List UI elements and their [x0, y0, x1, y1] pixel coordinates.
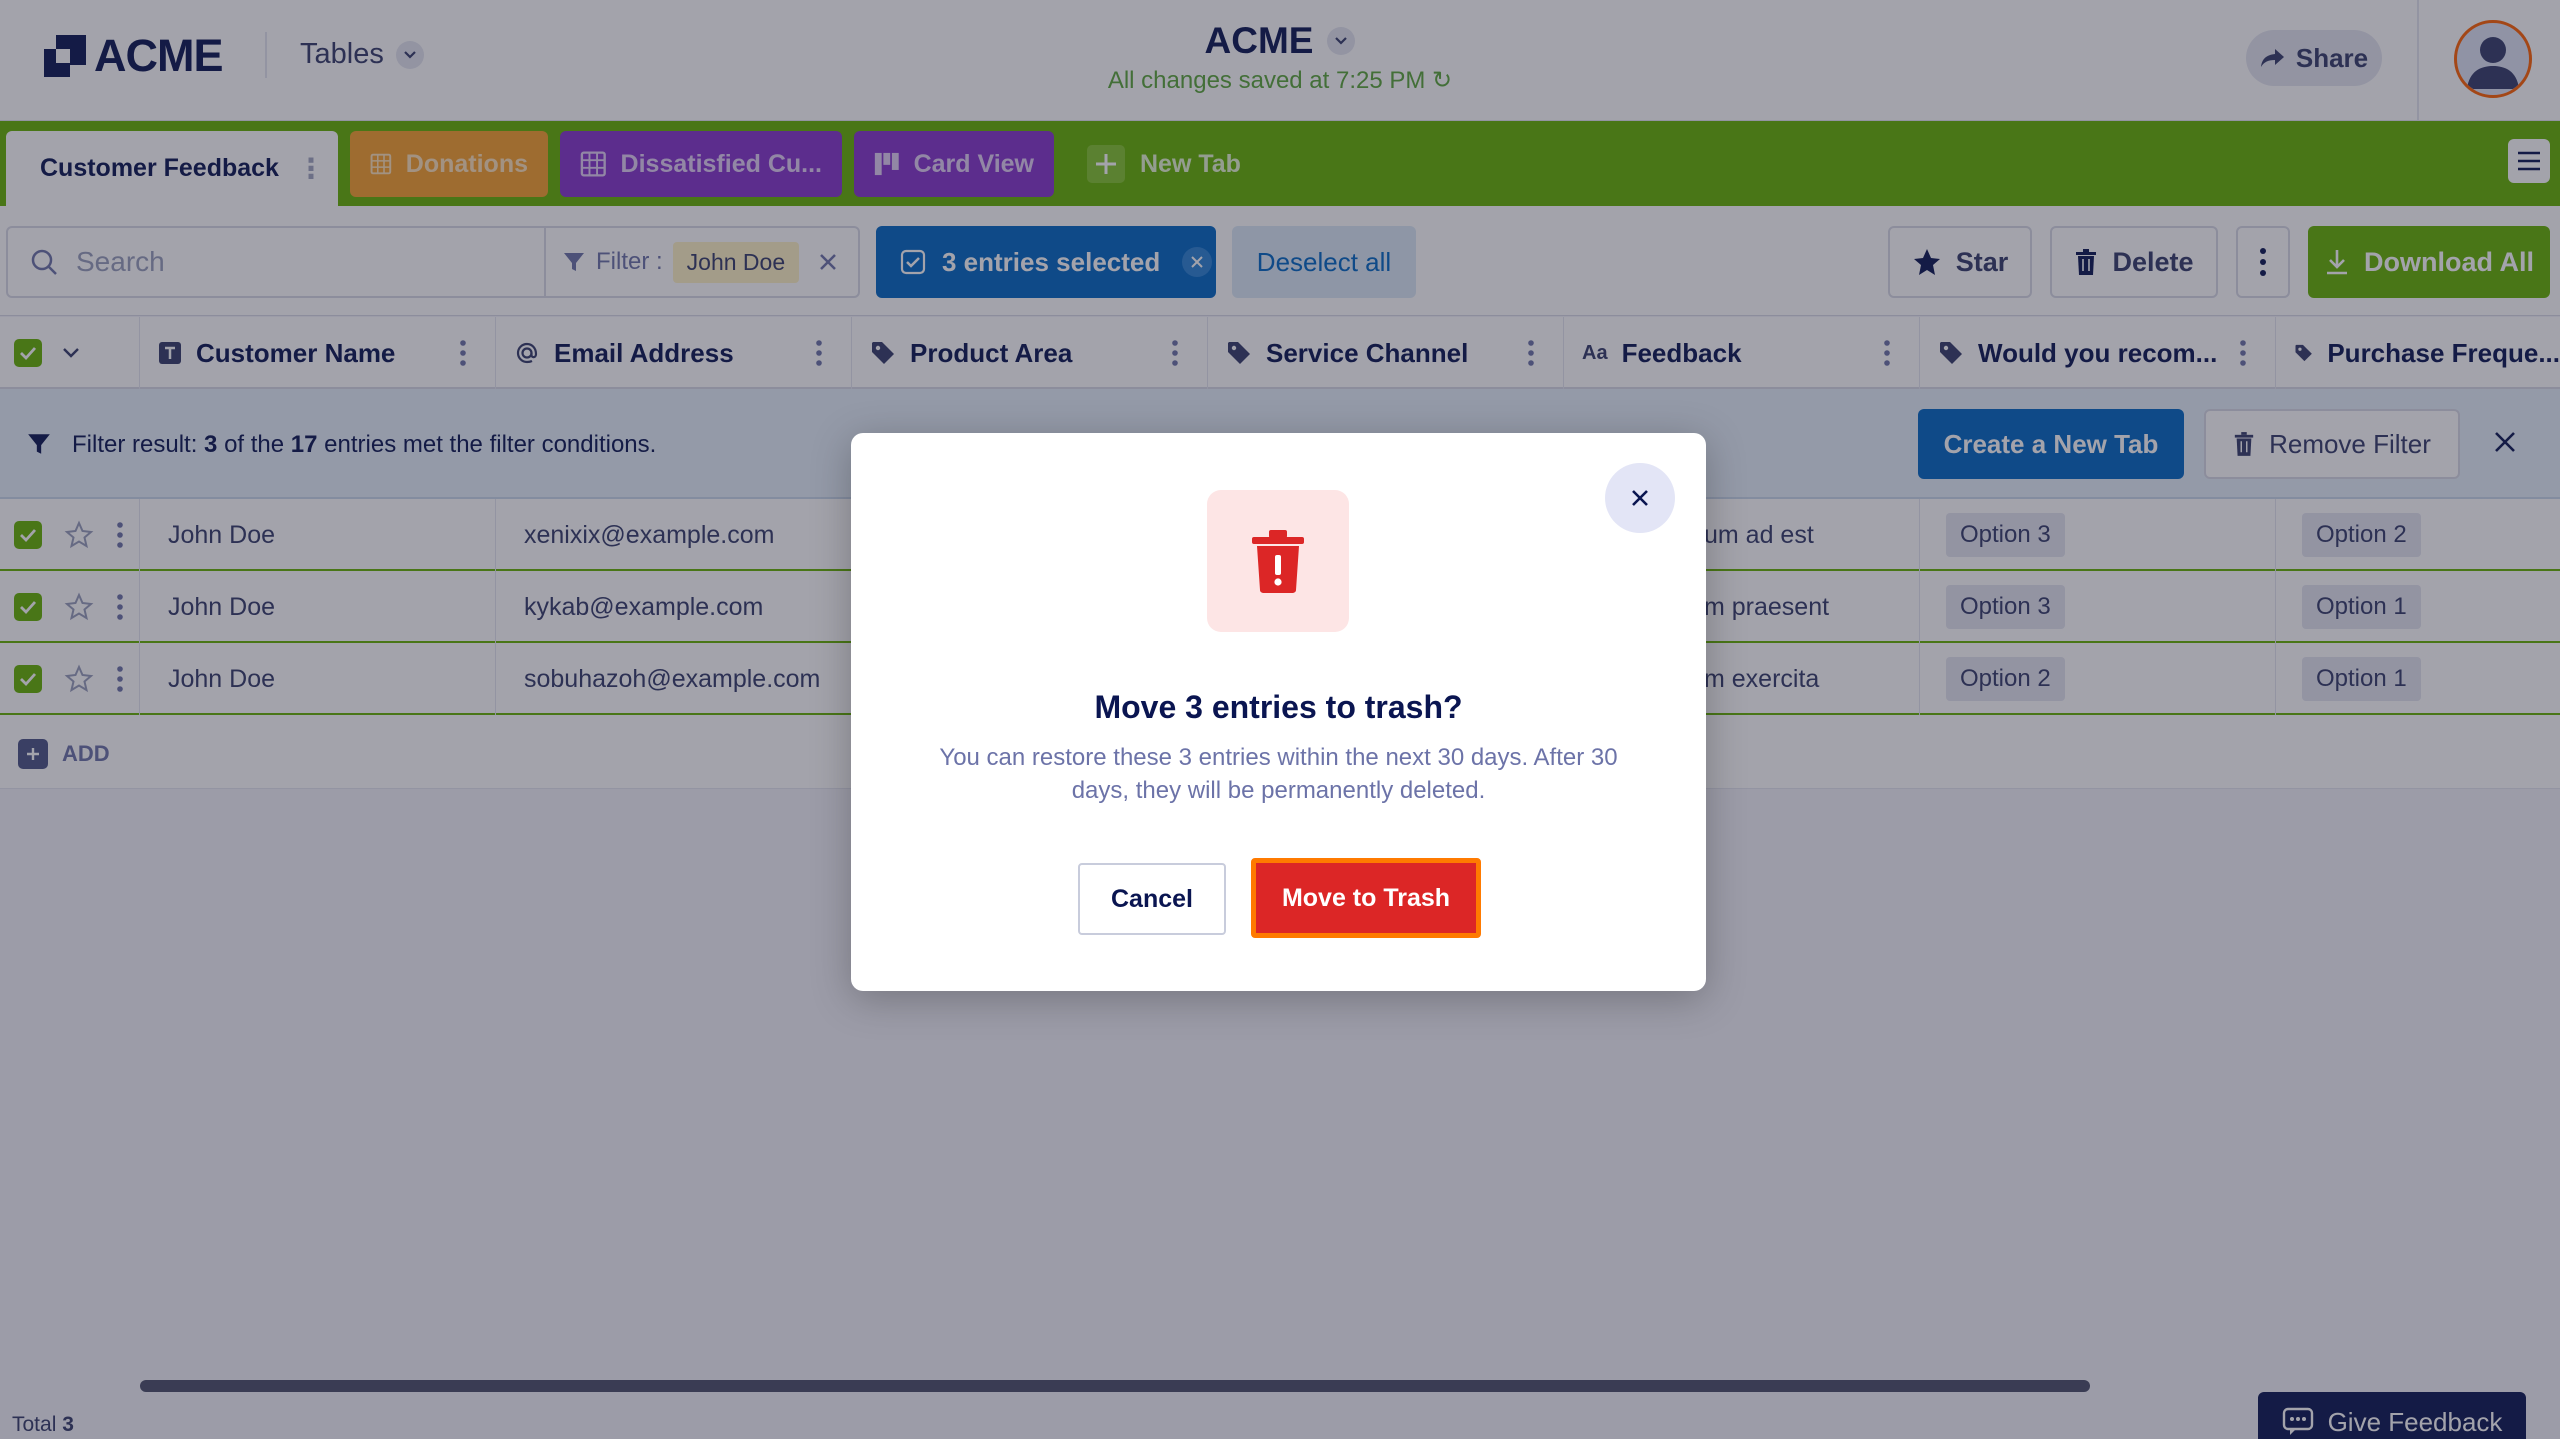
- dialog-title: Move 3 entries to trash?: [1094, 689, 1463, 725]
- close-icon[interactable]: [1605, 463, 1675, 533]
- cancel-button[interactable]: Cancel: [1078, 863, 1226, 935]
- move-to-trash-button[interactable]: Move to Trash: [1251, 858, 1481, 938]
- trash-warning-icon: [1207, 490, 1349, 632]
- delete-confirmation-dialog: Move 3 entries to trash? You can restore…: [851, 433, 1706, 991]
- dialog-message: You can restore these 3 entries within t…: [939, 744, 1618, 804]
